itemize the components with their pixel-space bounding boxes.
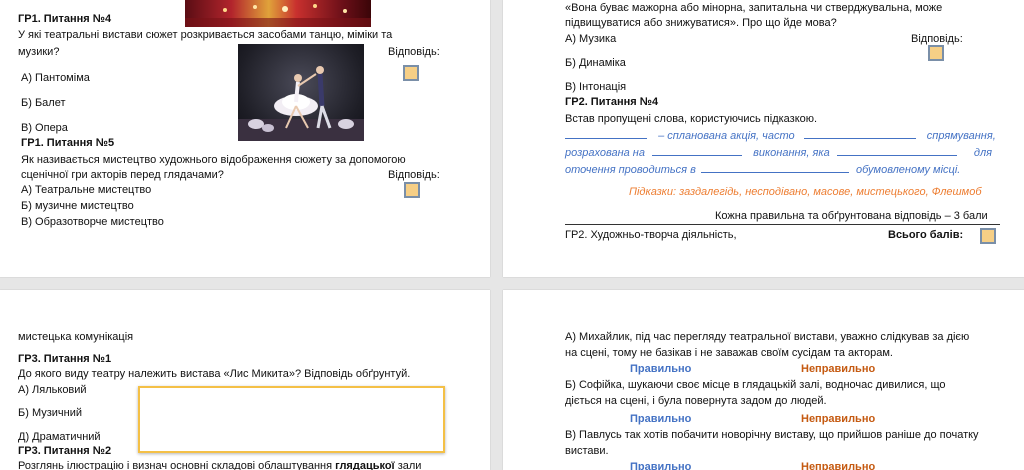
intro-line1: «Вона буває мажорна або мінорна, запитал…: [565, 2, 943, 14]
cropped-text: ·: [16, 0, 20, 6]
q4-header: ГР2. Питання №4: [565, 96, 659, 108]
page-3: мистецька комунікація ГР3. Питання №1 До…: [0, 290, 490, 470]
q5-answer-box[interactable]: [404, 182, 420, 198]
fill-line-2: розрахована на виконання, яка для: [565, 144, 992, 160]
hints-text: Підказки: заздалегідь, несподівано, масо…: [629, 186, 982, 198]
q5-text-line1: Як називається мистецтво художнього відо…: [21, 154, 406, 166]
q1-option-a: А) Ляльковий: [18, 384, 87, 396]
q4-option-c: В) Опера: [21, 122, 68, 134]
separator-line: [565, 224, 1000, 225]
q1-text: До якого виду театру належить вистава «Л…: [18, 368, 411, 380]
score-note: Кожна правильна та обґрунтована відповід…: [715, 210, 988, 222]
q2-header: ГР3. Питання №2: [18, 445, 112, 457]
item-b-line1: Б) Софійка, шукаючи своє місце в глядаць…: [565, 379, 946, 391]
q5-option-b: Б) музичне мистецтво: [21, 200, 134, 212]
page-4: А) Михайлик, під час перегляду театральн…: [503, 290, 1024, 470]
answer-box[interactable]: [928, 45, 944, 61]
q5-option-a: А) Театральне мистецтво: [21, 184, 152, 196]
fill-line-3: оточення проводиться в обумовленому місц…: [565, 161, 960, 177]
fill-text-1b: спрямування,: [926, 130, 996, 142]
q4-instruction: Встав пропущені слова, користуючись підк…: [565, 113, 818, 125]
fill-text-3b: обумовленому місці.: [855, 164, 961, 176]
q2-text: Розглянь ілюстрацію і визнач основні скл…: [18, 460, 422, 470]
blank-5[interactable]: [700, 161, 849, 173]
q4-option-b: Б) Балет: [21, 97, 66, 109]
item-c-correct[interactable]: Правильно: [630, 460, 691, 470]
fill-text-2a: розрахована на: [565, 147, 645, 159]
q4-answer-box[interactable]: [403, 65, 419, 81]
q4-text-line2: музики?: [18, 46, 60, 58]
item-a-correct[interactable]: Правильно: [630, 362, 691, 376]
item-c-wrong[interactable]: Неправильно: [801, 460, 875, 470]
option-a: А) Музика: [565, 33, 617, 45]
page-1: · ГР1. Питання №4 У які театральні виста…: [0, 0, 490, 277]
blank-1[interactable]: [565, 127, 647, 139]
page-2: «Вона буває мажорна або мінорна, запитал…: [503, 0, 1024, 277]
q5-header: ГР1. Питання №5: [21, 137, 115, 149]
q4-option-a: А) Пантоміма: [21, 72, 90, 84]
q4-header: ГР1. Питання №4: [18, 13, 112, 25]
q5-text-line2: сценічної гри акторів перед глядачами?: [21, 169, 224, 181]
item-c-line1: В) Павлусь так хотів побачити новорічну …: [565, 429, 979, 441]
item-b-correct[interactable]: Правильно: [630, 412, 691, 426]
q1-header: ГР3. Питання №1: [18, 353, 112, 365]
ballet-image: [238, 44, 364, 141]
fill-text-2b: виконання, яка: [753, 147, 830, 159]
q5-answer-label: Відповідь:: [388, 169, 440, 181]
q1-option-c: Д) Драматичний: [18, 431, 101, 443]
blank-4[interactable]: [836, 144, 957, 156]
carry-text: мистецька комунікація: [18, 331, 134, 343]
total-score-box[interactable]: [980, 228, 996, 244]
footer-left: ГР2. Художньо-творча діяльність,: [565, 229, 737, 241]
fill-line-1: – спланована акція, часто спрямування,: [565, 127, 996, 143]
answer-label: Відповідь:: [911, 33, 963, 45]
item-b-wrong[interactable]: Неправильно: [801, 412, 875, 426]
fill-text-3a: оточення проводиться в: [565, 164, 696, 176]
option-b: Б) Динаміка: [565, 57, 626, 69]
q1-option-b: Б) Музичний: [18, 407, 83, 419]
answer-input-box[interactable]: [138, 386, 445, 453]
theater-hall-image: [185, 0, 371, 27]
item-a-line2: на сцені, тому не базікав і не заважав с…: [565, 347, 893, 359]
item-a-line1: А) Михайлик, під час перегляду театральн…: [565, 331, 970, 343]
intro-line2: підвищуватися або знижуватися». Про що й…: [565, 17, 837, 29]
total-score-label: Всього балів:: [888, 229, 964, 241]
blank-3[interactable]: [652, 144, 743, 156]
fill-text-1a: – спланована акція, часто: [658, 130, 795, 142]
fill-text-2c: для: [973, 147, 993, 159]
q4-answer-label: Відповідь:: [388, 46, 440, 58]
option-c: В) Інтонація: [565, 81, 627, 93]
q4-text-line1: У які театральні вистави сюжет розкриває…: [18, 29, 393, 41]
item-b-line2: діється на сцені, і була повернута задом…: [565, 395, 827, 407]
q5-option-c: В) Образотворче мистецтво: [21, 216, 164, 228]
blank-2[interactable]: [803, 127, 916, 139]
item-a-wrong[interactable]: Неправильно: [801, 362, 875, 376]
item-c-line2: вистави.: [565, 445, 609, 457]
